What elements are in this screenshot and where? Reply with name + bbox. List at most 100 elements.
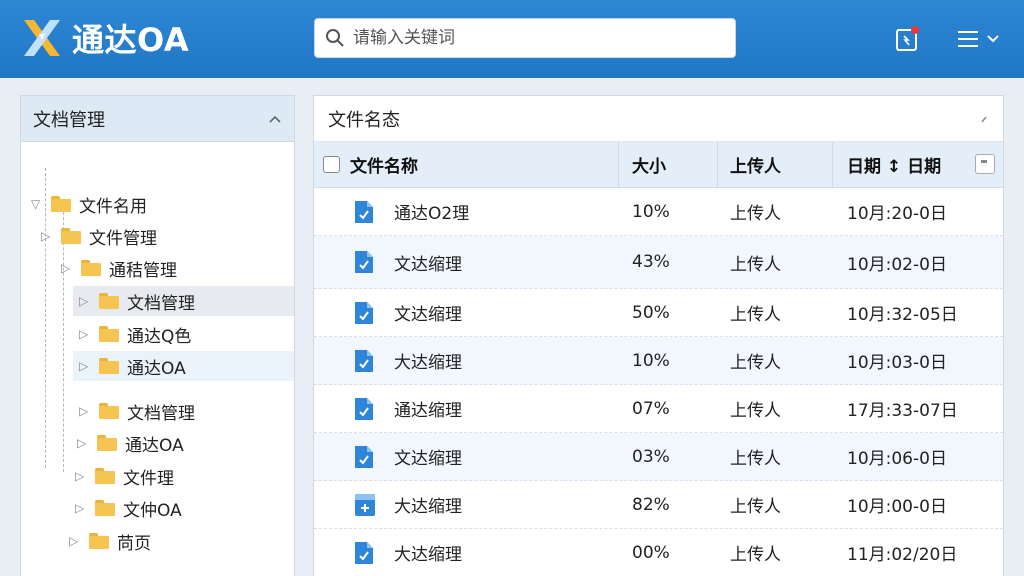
file-uploader: 上传人 xyxy=(730,353,781,373)
app-brand: 通达OA xyxy=(72,21,190,59)
folder-icon xyxy=(99,403,119,419)
folder-icon xyxy=(81,260,101,276)
table-row[interactable]: 大达缩理 00% 上传人 11月:02/20日 xyxy=(314,529,1003,576)
tree-item-label: 文件理 xyxy=(123,468,174,489)
file-size: 10% xyxy=(632,201,670,222)
select-all-checkbox[interactable] xyxy=(323,156,340,173)
folder-icon xyxy=(99,293,119,309)
document-icon xyxy=(355,201,373,223)
archive-icon xyxy=(355,494,375,516)
notification-button[interactable] xyxy=(894,24,922,54)
table-row[interactable]: 文达缩理 50% 上传人 10月:32-05日 xyxy=(314,289,1003,337)
file-uploader: 上传人 xyxy=(730,449,781,469)
file-date: 10月:03-0日 xyxy=(847,353,947,373)
tree-item[interactable]: ▷ 文档管理 xyxy=(79,396,291,426)
caret-right-icon[interactable]: ▷ xyxy=(61,261,77,275)
file-uploader: 上传人 xyxy=(730,401,781,421)
table-row[interactable]: 文达缩理 43% 上传人 10月:02-0日 xyxy=(314,236,1003,289)
caret-right-icon[interactable]: ▷ xyxy=(79,294,95,308)
tree-item[interactable]: ▷ 文件理 xyxy=(75,461,291,491)
caret-right-icon[interactable]: ▷ xyxy=(41,229,57,243)
tree-item-label: 文档管理 xyxy=(127,403,195,424)
folder-icon xyxy=(97,435,117,451)
tree-item[interactable]: ▷ 文件管理 xyxy=(41,221,291,251)
folder-tree-header: 文档管理 xyxy=(21,96,294,142)
column-divider xyxy=(832,142,833,188)
file-date: 10月:00-0日 xyxy=(847,497,947,517)
caret-right-icon[interactable]: ▷ xyxy=(79,359,95,373)
file-uploader: 上传人 xyxy=(730,497,781,517)
file-name[interactable]: 文达缩理 xyxy=(394,444,462,469)
file-date: 10月:06-0日 xyxy=(847,449,947,469)
table-row[interactable]: 通达缩理 07% 上传人 17月:33-07日 xyxy=(314,385,1003,433)
folder-icon xyxy=(89,533,109,549)
file-name[interactable]: 通达O2理 xyxy=(394,199,469,224)
file-name[interactable]: 大达缩理 xyxy=(394,492,462,517)
caret-right-icon[interactable]: ▷ xyxy=(69,534,85,548)
tree-item-label: 苘页 xyxy=(117,533,151,554)
search-box[interactable] xyxy=(314,18,736,58)
tree-item-label: 通达Q色 xyxy=(127,326,192,347)
folder-icon xyxy=(95,468,115,484)
hamburger-icon xyxy=(958,31,978,47)
file-name[interactable]: 大达缩理 xyxy=(394,540,462,565)
caret-down-icon[interactable]: ▽ xyxy=(31,197,47,211)
document-icon xyxy=(355,302,373,324)
file-name[interactable]: 通达缩理 xyxy=(394,396,462,421)
tree-item[interactable]: ▷ 通秸管理 xyxy=(61,253,291,283)
file-uploader: 上传人 xyxy=(730,204,781,224)
table-row[interactable]: 大达缩理 10% 上传人 10月:03-0日 xyxy=(314,337,1003,385)
tree-item-label: 通秸管理 xyxy=(109,260,177,281)
file-list-header: 文件名态 xyxy=(314,96,1003,142)
tree-item[interactable]: ▷ 苘页 xyxy=(69,526,291,556)
column-header-uploader[interactable]: 上传人 xyxy=(730,152,781,177)
caret-right-icon[interactable]: ▷ xyxy=(79,404,95,418)
tree-item-label: 通达OA xyxy=(125,435,184,456)
collapse-chevron-icon[interactable] xyxy=(268,114,282,124)
file-date: 11月:02/20日 xyxy=(847,545,958,565)
column-header-date[interactable]: 日期 ↕ 日期 xyxy=(847,152,941,177)
table-row[interactable]: 大达缩理 82% 上传人 10月:00-0日 xyxy=(314,481,1003,529)
tree-item[interactable]: ▷ 通达Q色 xyxy=(79,319,291,349)
main-menu-button[interactable] xyxy=(950,24,1006,54)
caret-right-icon[interactable]: ▷ xyxy=(75,469,91,483)
tree-item[interactable]: ▷ 文档管理 xyxy=(73,286,294,316)
notification-icon xyxy=(896,26,919,51)
file-uploader: 上传人 xyxy=(730,545,781,565)
file-uploader: 上传人 xyxy=(730,305,781,325)
file-name[interactable]: 文达缩理 xyxy=(394,250,462,275)
column-header-name[interactable]: 文件名称 xyxy=(350,152,418,177)
chevron-down-icon xyxy=(987,35,999,43)
table-row[interactable]: 通达O2理 10% 上传人 10月:20-0日 xyxy=(314,188,1003,236)
column-divider xyxy=(618,142,619,188)
column-settings-button[interactable] xyxy=(975,154,995,174)
tree-item-label: 文件管理 xyxy=(89,228,157,249)
file-date: 10月:02-0日 xyxy=(847,254,947,275)
document-icon xyxy=(355,542,373,564)
file-size: 00% xyxy=(632,542,670,563)
file-table-body: 通达O2理 10% 上传人 10月:20-0日 文达缩理 43% 上传人 10月… xyxy=(314,188,1003,576)
table-row[interactable]: 文达缩理 03% 上传人 10月:06-0日 xyxy=(314,433,1003,481)
column-settings-icon xyxy=(981,160,987,163)
search-input[interactable] xyxy=(353,28,713,48)
file-name[interactable]: 大达缩理 xyxy=(394,348,462,373)
folder-icon xyxy=(99,326,119,342)
folder-icon xyxy=(51,196,71,212)
file-name[interactable]: 文达缩理 xyxy=(394,300,462,325)
top-header: 通达OA xyxy=(0,0,1024,78)
search-icon xyxy=(326,29,344,47)
tree-item[interactable]: ▽ 文件名用 xyxy=(31,189,291,219)
caret-right-icon[interactable]: ▷ xyxy=(79,327,95,341)
file-size: 07% xyxy=(632,398,670,419)
tree-item[interactable]: ▷ 文仲OA xyxy=(75,493,291,523)
tree-item-selected[interactable]: ▷ 通达OA xyxy=(73,351,294,381)
caret-right-icon[interactable]: ▷ xyxy=(77,436,93,450)
folder-icon xyxy=(95,500,115,516)
document-icon xyxy=(355,446,373,468)
column-header-size[interactable]: 大小 xyxy=(632,152,666,177)
document-icon xyxy=(355,251,373,273)
caret-right-icon[interactable]: ▷ xyxy=(75,501,91,515)
panel-options-icon[interactable] xyxy=(979,114,989,124)
tree-item[interactable]: ▷ 通达OA xyxy=(77,428,291,458)
app-logo[interactable]: 通达OA xyxy=(20,14,189,62)
